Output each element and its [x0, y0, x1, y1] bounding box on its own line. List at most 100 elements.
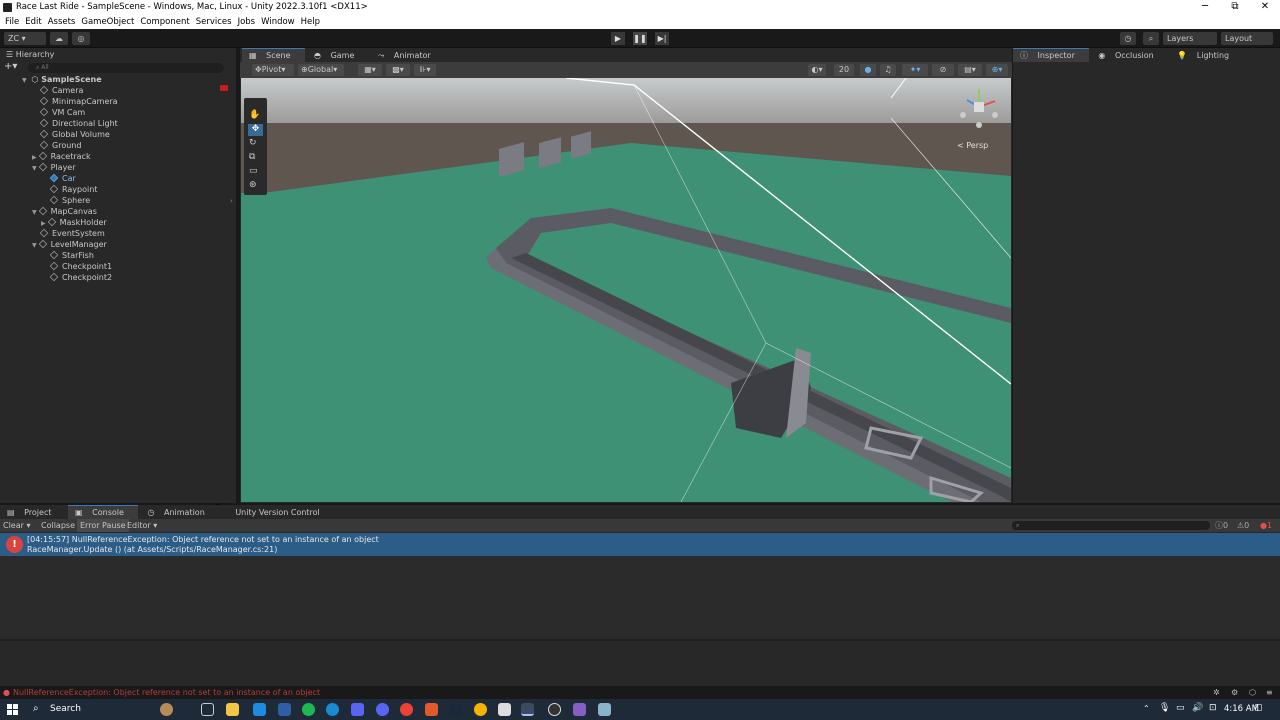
scene-root[interactable]: ▼ ⬡ SampleScene	[22, 74, 102, 85]
tab-game[interactable]: ◓ Game	[307, 49, 368, 63]
visual-studio-icon[interactable]	[573, 703, 586, 716]
network-icon[interactable]: ⬡	[1249, 686, 1256, 699]
edge-icon[interactable]	[326, 703, 339, 716]
hierarchy-item-checkpoint2[interactable]: Checkpoint2	[49, 272, 112, 283]
discord-icon[interactable]	[376, 703, 389, 716]
rect-tool-icon[interactable]: ▭	[249, 166, 262, 178]
history-icon[interactable]: ◷	[1120, 32, 1136, 45]
collapse-arrow-icon[interactable]: ▼	[32, 209, 37, 216]
volume-icon[interactable]: 🔊	[1192, 703, 1203, 713]
notification-icon[interactable]: ▢	[1254, 703, 1263, 713]
menu-help[interactable]: Help	[301, 17, 320, 27]
audio-icon[interactable]: ♫	[880, 64, 896, 76]
maximize-button[interactable]: ⧉	[1220, 0, 1250, 15]
hierarchy-item-maskholder[interactable]: ▶ MaskHolder	[41, 217, 107, 228]
hierarchy-item-mapcanvas[interactable]: ▼ MapCanvas	[32, 206, 97, 217]
hierarchy-item-directional-light[interactable]: Directional Light	[39, 118, 118, 129]
persp-label[interactable]: < Persp	[957, 141, 988, 150]
hierarchy-item-player[interactable]: ▼ Player	[32, 162, 76, 173]
brave-icon[interactable]	[425, 703, 438, 716]
unity-hub-icon[interactable]	[498, 703, 511, 716]
hierarchy-item-checkpoint1[interactable]: Checkpoint1	[49, 261, 112, 272]
windows-start-icon[interactable]	[7, 704, 18, 715]
error-count[interactable]: ●1	[1260, 519, 1272, 532]
microphone-icon[interactable]: 🎙	[1159, 703, 1170, 713]
scene-viewport[interactable]: ✋ ✥ ↻ ⧉ ▭ ⊛ < Persp	[241, 78, 1011, 502]
hierarchy-item-global-volume[interactable]: Global Volume	[39, 129, 110, 140]
collapse-arrow-icon[interactable]: ▼	[32, 165, 37, 172]
hierarchy-item-starfish[interactable]: StarFish	[49, 250, 94, 261]
tab-animation[interactable]: ◷ Animation	[140, 506, 218, 520]
expand-arrow-icon[interactable]: ▶	[32, 154, 37, 161]
menu-edit[interactable]: Edit	[25, 17, 41, 27]
gizmos-icon[interactable]: ⊕▾	[986, 64, 1008, 76]
hierarchy-item-ground[interactable]: Ground	[39, 140, 81, 151]
file-explorer-icon[interactable]	[226, 703, 239, 716]
scene-gizmo[interactable]	[957, 83, 1001, 131]
step-button[interactable]: ▶|	[655, 32, 669, 45]
hand-tool-icon[interactable]: ✋	[249, 110, 262, 122]
settings-icon[interactable]: ≡	[1266, 686, 1273, 699]
search-icon[interactable]: ⌕	[1143, 32, 1159, 45]
account-dropdown[interactable]: ZC ▾	[4, 32, 46, 45]
menu-component[interactable]: Component	[140, 17, 189, 27]
cloud-icon[interactable]: ☁	[50, 32, 68, 45]
unity-editor-icon[interactable]	[521, 703, 534, 716]
tab-inspector[interactable]: ⓘ Inspector	[1013, 48, 1089, 62]
hierarchy-title[interactable]: Hierarchy	[16, 50, 55, 59]
hierarchy-item-raypoint[interactable]: Raypoint	[49, 184, 97, 195]
hierarchy-item-eventsystem[interactable]: EventSystem	[39, 228, 105, 239]
chrome-alt-icon[interactable]	[474, 703, 487, 716]
tab-console[interactable]: ▣ Console	[68, 505, 138, 519]
notepad-icon[interactable]	[598, 703, 611, 716]
global-dropdown[interactable]: ⊕Global▾	[298, 64, 344, 76]
hierarchy-item-minimapcamera[interactable]: MinimapCamera	[39, 96, 118, 107]
tab-animator[interactable]: ⤳ Animator	[371, 49, 445, 63]
menu-jobs[interactable]: Jobs	[238, 17, 256, 27]
pivot-dropdown[interactable]: ✥Pivot▾	[252, 64, 294, 76]
collapse-button[interactable]: Collapse	[38, 519, 78, 532]
menu-assets[interactable]: Assets	[48, 17, 76, 27]
network-tray-icon[interactable]: ⊡	[1209, 703, 1217, 713]
editor-dropdown[interactable]: Editor ▾	[127, 519, 157, 532]
hidden-objects-icon[interactable]: ⊘	[932, 64, 954, 76]
app-icon[interactable]	[278, 703, 291, 716]
expand-arrow-icon[interactable]: ▶	[41, 220, 46, 227]
transform-tool-icon[interactable]: ⊛	[249, 180, 262, 192]
tab-project[interactable]: ▤ Project	[0, 506, 65, 520]
steam-icon[interactable]	[449, 703, 462, 716]
draw-mode-icon[interactable]: ▤▾	[958, 64, 982, 76]
info-count[interactable]: ⚠0	[1237, 519, 1249, 532]
grid-snap-icon[interactable]: ▦▾	[358, 64, 382, 76]
hierarchy-item-racetrack[interactable]: ▶ Racetrack	[32, 151, 91, 162]
effects-icon[interactable]: ✦▾	[902, 64, 928, 76]
collapse-arrow-icon[interactable]: ▼	[32, 242, 37, 249]
menu-gameobject[interactable]: GameObject	[81, 17, 134, 27]
progress-icon[interactable]: ✲	[1213, 686, 1220, 699]
mail-icon[interactable]	[253, 703, 266, 716]
scale-tool-icon[interactable]: ⧉	[249, 152, 262, 164]
orbit-icon[interactable]: ◐▾	[808, 64, 826, 76]
news-widget-icon[interactable]	[160, 703, 173, 716]
display-icon[interactable]: ▭	[1176, 703, 1185, 713]
increment-snap-icon[interactable]: ⊪▾	[414, 64, 436, 76]
layout-dropdown[interactable]: Layout	[1221, 32, 1273, 45]
status-message[interactable]: NullReferenceException: Object reference…	[13, 686, 320, 699]
menu-file[interactable]: File	[5, 17, 19, 27]
camera-speed-value[interactable]: 20	[834, 64, 854, 76]
hierarchy-search-input[interactable]: ⌕ All	[28, 63, 224, 73]
grid-visibility-icon[interactable]: ▩▾	[386, 64, 410, 76]
play-button[interactable]: ▶	[611, 32, 625, 45]
tray-chevron-icon[interactable]: ⌃	[1143, 704, 1150, 713]
spotify-icon[interactable]	[302, 703, 315, 716]
rotate-tool-icon[interactable]: ↻	[249, 138, 262, 150]
add-icon[interactable]: +▾	[4, 61, 17, 72]
tab-occlusion[interactable]: ◉ Occlusion	[1091, 49, 1167, 63]
tab-lighting[interactable]: 💡 Lighting	[1170, 49, 1243, 63]
collab-icon[interactable]: ◎	[72, 32, 90, 45]
hierarchy-item-camera[interactable]: Camera	[39, 85, 83, 96]
console-search-input[interactable]: ⌕	[1012, 521, 1210, 530]
console-splitter[interactable]	[0, 639, 1280, 641]
clear-button[interactable]: Clear ▾	[3, 519, 30, 532]
obs-icon[interactable]	[548, 703, 561, 716]
